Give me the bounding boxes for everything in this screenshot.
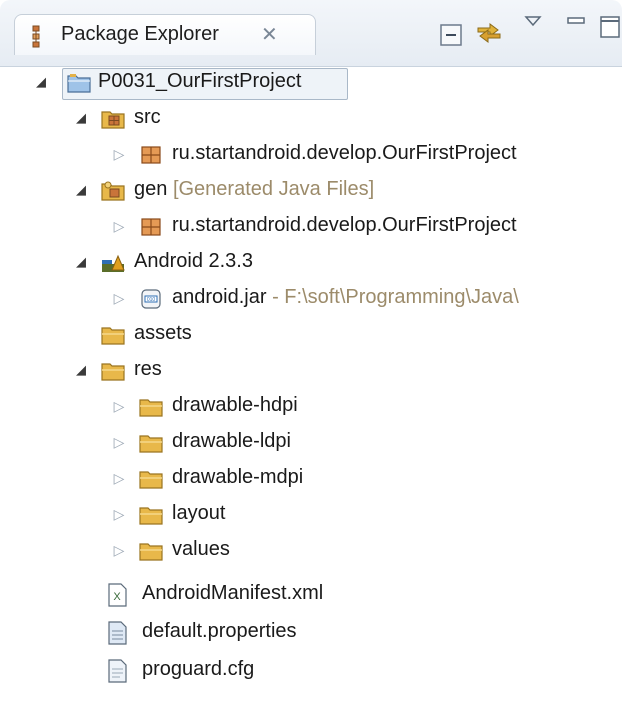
- tree-item-label: ru.startandroid.develop.OurFirstProject: [172, 142, 517, 164]
- tree-item-android-library[interactable]: ◢ Android 2.3.3: [0, 246, 622, 280]
- folder-icon: [138, 466, 164, 492]
- expand-arrow-icon[interactable]: ◢: [74, 111, 88, 125]
- properties-file-icon: [104, 620, 130, 646]
- tree-item-label: android.jar: [172, 286, 267, 308]
- folder-icon: [138, 394, 164, 420]
- package-explorer-icon: [27, 25, 51, 54]
- minimize-icon[interactable]: [566, 14, 586, 33]
- tree-item-label: drawable-hdpi: [172, 394, 298, 416]
- tree-item-folder[interactable]: ▷ drawable-mdpi: [0, 462, 622, 496]
- close-icon[interactable]: ✕: [261, 22, 278, 47]
- tree-item-label: assets: [134, 322, 192, 344]
- tree-item-package[interactable]: ▷ ru.startandroid.develop.OurFirstProjec…: [0, 138, 622, 172]
- collapse-arrow-icon[interactable]: ▷: [112, 219, 126, 233]
- package-icon: [138, 142, 164, 168]
- folder-icon: [138, 502, 164, 528]
- tree-item-file[interactable]: default.properties: [0, 616, 622, 650]
- tree-item-label: src: [134, 106, 161, 128]
- tree-item-label: res: [134, 358, 162, 380]
- folder-icon: [100, 322, 126, 348]
- tree-item-label: values: [172, 538, 230, 560]
- project-icon: [66, 70, 92, 96]
- svg-text:X: X: [113, 591, 121, 603]
- generated-folder-icon: [100, 178, 126, 204]
- tree-item-src[interactable]: ◢ src: [0, 102, 622, 136]
- folder-icon: [138, 538, 164, 564]
- source-folder-icon: [100, 106, 126, 132]
- view-menu-icon[interactable]: [524, 14, 542, 33]
- link-with-editor-icon[interactable]: [474, 18, 504, 53]
- tree-item-decoration: - F:\soft\Programming\Java\: [272, 286, 519, 308]
- svg-text:010: 010: [147, 297, 156, 303]
- package-icon: [138, 214, 164, 240]
- tree-item-assets[interactable]: assets: [0, 318, 622, 352]
- expand-arrow-icon[interactable]: ◢: [34, 75, 48, 89]
- collapse-arrow-icon[interactable]: ▷: [112, 543, 126, 557]
- maximize-icon[interactable]: [598, 14, 620, 45]
- tree-item-label: default.properties: [142, 620, 297, 642]
- expand-arrow-icon[interactable]: ◢: [74, 363, 88, 377]
- view-title: Package Explorer: [61, 23, 219, 45]
- tree-item-folder[interactable]: ▷ values: [0, 534, 622, 568]
- folder-icon: [100, 358, 126, 384]
- tree-item-label: layout: [172, 502, 226, 524]
- package-explorer-view: Package Explorer ✕ ◢ P0031_OurFirstProje…: [0, 0, 622, 706]
- tree-item-label: Android 2.3.3: [134, 250, 253, 272]
- tree-item-file[interactable]: X AndroidManifest.xml: [0, 578, 622, 612]
- tree-item-label: drawable-ldpi: [172, 430, 291, 452]
- tree-item-gen[interactable]: ◢ gen [Generated Java Files]: [0, 174, 622, 208]
- collapse-arrow-icon[interactable]: ▷: [112, 471, 126, 485]
- collapse-arrow-icon[interactable]: ▷: [112, 435, 126, 449]
- jar-icon: 010: [138, 286, 164, 312]
- tree-item-label: gen: [134, 178, 168, 200]
- folder-icon: [138, 430, 164, 456]
- project-tree: ◢ P0031_OurFirstProject ◢ src ▷ ru.start…: [0, 66, 622, 706]
- tree-item-label: drawable-mdpi: [172, 466, 304, 488]
- tab-package-explorer[interactable]: Package Explorer ✕: [14, 14, 316, 55]
- collapse-all-icon[interactable]: [438, 22, 464, 53]
- tree-item-file[interactable]: proguard.cfg: [0, 654, 622, 688]
- tree-item-label: ru.startandroid.develop.OurFirstProject: [172, 214, 517, 236]
- text-file-icon: [104, 658, 130, 684]
- expand-arrow-icon[interactable]: ◢: [74, 255, 88, 269]
- collapse-arrow-icon[interactable]: ▷: [112, 147, 126, 161]
- tree-item-folder[interactable]: ▷ layout: [0, 498, 622, 532]
- tree-item-folder[interactable]: ▷ drawable-ldpi: [0, 426, 622, 460]
- view-header: Package Explorer ✕: [0, 0, 622, 67]
- tree-item-label: proguard.cfg: [142, 658, 255, 680]
- tree-item-label: AndroidManifest.xml: [142, 582, 324, 604]
- collapse-arrow-icon[interactable]: ▷: [112, 507, 126, 521]
- android-library-icon: [100, 250, 126, 276]
- tree-item-project[interactable]: ◢ P0031_OurFirstProject: [0, 66, 622, 100]
- tree-item-res[interactable]: ◢ res: [0, 354, 622, 388]
- tree-item-jar[interactable]: ▷ 010 android.jar - F:\soft\Programming\…: [0, 282, 622, 316]
- collapse-arrow-icon[interactable]: ▷: [112, 291, 126, 305]
- collapse-arrow-icon[interactable]: ▷: [112, 399, 126, 413]
- tree-item-decoration: [Generated Java Files]: [172, 178, 375, 200]
- expand-arrow-icon[interactable]: ◢: [74, 183, 88, 197]
- tree-item-folder[interactable]: ▷ drawable-hdpi: [0, 390, 622, 424]
- tree-item-package[interactable]: ▷ ru.startandroid.develop.OurFirstProjec…: [0, 210, 622, 244]
- tree-item-label: P0031_OurFirstProject: [98, 70, 302, 92]
- xml-file-icon: X: [104, 582, 130, 608]
